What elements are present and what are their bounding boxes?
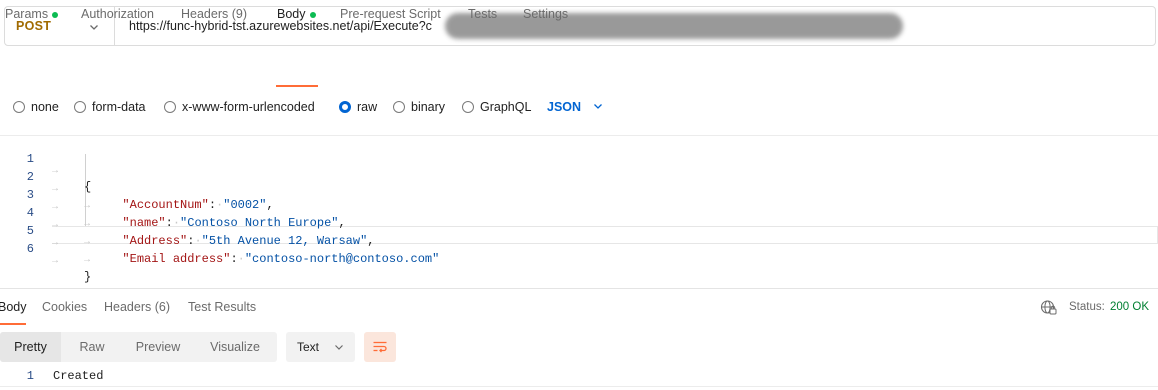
tab-tests[interactable]: Tests: [468, 0, 497, 30]
close-brace: }: [84, 270, 92, 284]
code-line: 3 → → "name":·"Contoso North Europe",: [0, 174, 1158, 230]
response-active-tab-underline: [0, 323, 26, 325]
response-tab-cookies[interactable]: Cookies: [42, 300, 87, 314]
format-select[interactable]: JSON: [547, 97, 581, 117]
radio-circle: [393, 101, 405, 113]
radio-circle: [164, 101, 176, 113]
code-line: 1 → {: [0, 138, 1158, 194]
tab-pre-request-label: Pre-request Script: [340, 7, 441, 21]
view-preview-button[interactable]: Preview: [123, 332, 193, 362]
radio-graphql[interactable]: GraphQL: [462, 97, 531, 117]
tab-headers-count: (9): [231, 7, 248, 21]
wrap-lines-icon: [373, 341, 387, 353]
radio-circle-checked: [339, 101, 351, 113]
body-indicator-dot: [309, 12, 316, 18]
tab-authorization-label: Authorization: [81, 7, 154, 21]
radio-raw[interactable]: raw: [339, 97, 377, 117]
tab-params[interactable]: Params: [5, 0, 59, 30]
request-url-bar: POST https://func-hybrid-tst.azurewebsit…: [4, 6, 1156, 46]
radio-none-label: none: [31, 100, 59, 114]
tab-body-label: Body: [277, 7, 306, 21]
fold-arrow-icon: →: [52, 256, 59, 267]
wrap-lines-button[interactable]: [364, 332, 396, 362]
divider: [0, 386, 1158, 387]
radio-raw-label: raw: [357, 100, 378, 114]
tab-body[interactable]: Body: [277, 0, 316, 30]
view-raw-button[interactable]: Raw: [61, 332, 123, 362]
tab-headers-label: Headers: [181, 7, 229, 21]
indent-arrow-icon: →: [84, 255, 109, 266]
radio-binary[interactable]: binary: [393, 97, 445, 117]
chevron-down-icon[interactable]: [592, 100, 604, 112]
view-pretty-button[interactable]: Pretty: [0, 332, 61, 362]
radio-form-data-label: form-data: [92, 100, 146, 114]
response-tab-body[interactable]: Body: [0, 300, 27, 314]
radio-urlencoded-label: x-www-form-urlencoded: [182, 100, 315, 114]
tab-settings[interactable]: Settings: [523, 0, 568, 30]
radio-circle: [13, 101, 25, 113]
format-select-label: JSON: [547, 100, 582, 114]
view-mode-group: Pretty Raw Preview Visualize: [0, 332, 277, 362]
radio-circle: [462, 101, 474, 113]
line-number: 1: [26, 369, 34, 383]
response-tab-headers[interactable]: Headers (6): [104, 300, 170, 314]
response-tab-test-results[interactable]: Test Results: [188, 300, 256, 314]
radio-none[interactable]: none: [13, 97, 59, 117]
tab-authorization[interactable]: Authorization: [81, 0, 154, 30]
status-label: Status:: [1069, 301, 1105, 313]
chevron-down-icon: [335, 345, 343, 350]
redacted-url-region: [445, 13, 903, 39]
code-line: 6 → }: [0, 228, 1158, 284]
status-value[interactable]: 200 OK: [1110, 301, 1149, 313]
radio-x-www-form-urlencoded[interactable]: x-www-form-urlencoded: [164, 97, 315, 117]
request-body-editor[interactable]: 1 → { 2 → → "AccountNum":·"0002", 3 → → …: [0, 135, 1158, 285]
view-visualize-button[interactable]: Visualize: [193, 332, 277, 362]
tab-params-label: Params: [5, 7, 49, 21]
response-text: Created: [53, 369, 104, 383]
params-indicator-dot: [52, 12, 59, 18]
code-line: 4 → → "Address":·"5th Avenue 12, Warsaw"…: [0, 192, 1158, 248]
tab-tests-label: Tests: [468, 7, 498, 21]
radio-circle: [74, 101, 86, 113]
line-number: 6: [26, 242, 34, 256]
json-key: "Email address": [122, 252, 231, 266]
radio-binary-label: binary: [411, 100, 446, 114]
json-value: "contoso-north@contoso.com": [244, 252, 440, 266]
code-line: 5 → → "Email address":·"contoso-north@co…: [0, 210, 1158, 266]
response-format-label: Text: [297, 340, 320, 354]
globe-icon[interactable]: [1040, 299, 1057, 316]
tab-pre-request-script[interactable]: Pre-request Script: [340, 0, 441, 30]
pane-divider[interactable]: [0, 288, 1158, 289]
code-line: 2 → → "AccountNum":·"0002",: [0, 156, 1158, 212]
radio-form-data[interactable]: form-data: [74, 97, 146, 117]
radio-graphql-label: GraphQL: [480, 100, 532, 114]
active-tab-underline: [276, 85, 318, 87]
tab-headers[interactable]: Headers (9): [181, 0, 247, 30]
tab-settings-label: Settings: [523, 7, 569, 21]
